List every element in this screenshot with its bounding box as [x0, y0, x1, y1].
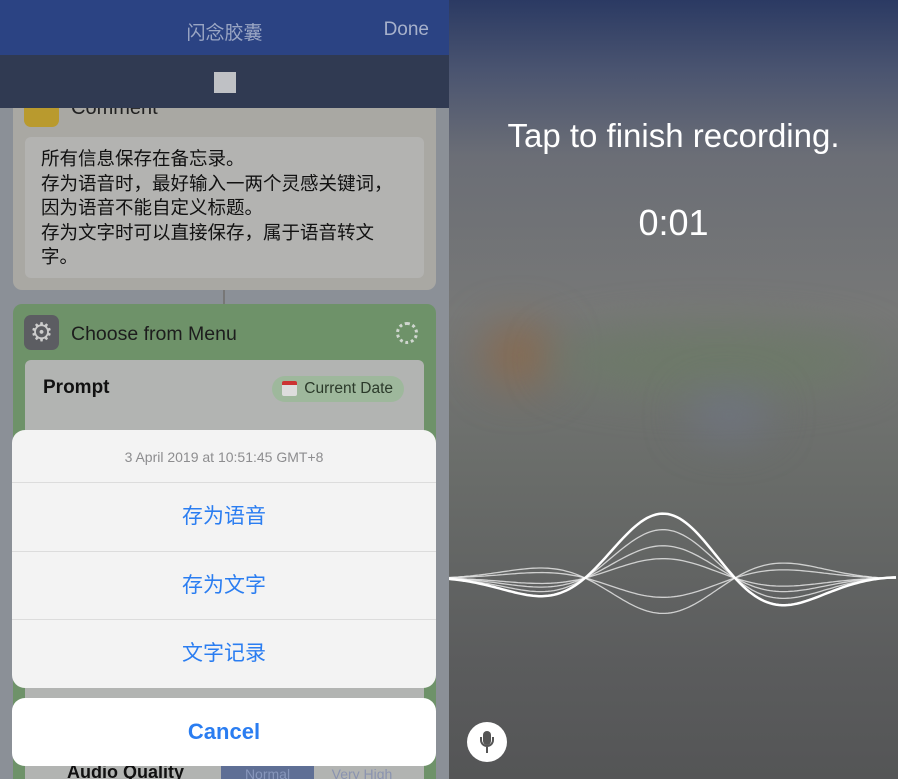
action-sheet: 3 April 2019 at 10:51:45 GMT+8 存为语音 存为文字… — [12, 430, 436, 688]
blurred-background — [484, 325, 554, 385]
dictation-overlay[interactable]: Tap to finish recording. 0:01 — [449, 0, 898, 779]
comment-action: Comment 所有信息保存在备忘录。 存为语音时，最好输入一两个灵感关键词，因… — [13, 85, 436, 290]
microphone-icon[interactable] — [467, 722, 507, 762]
calendar-icon — [282, 381, 298, 396]
shortcut-editor: 闪念胶囊 Done Comment 所有信息保存在备忘录。 存为语音时，最好输入… — [0, 0, 449, 779]
save-as-text-option[interactable]: 存为文字 — [12, 552, 436, 620]
waveform-line — [449, 545, 897, 593]
waveform-line — [449, 558, 896, 587]
audio-normal-option[interactable]: Normal — [221, 764, 314, 779]
audio-very-high-option[interactable]: Very High — [316, 764, 408, 779]
waveform-line — [449, 529, 897, 600]
cancel-button[interactable]: Cancel — [12, 698, 436, 766]
blurred-background — [689, 395, 769, 435]
prompt-label: Prompt — [43, 377, 110, 398]
loading-spinner-icon — [396, 322, 418, 344]
action-sheet-header: 3 April 2019 at 10:51:45 GMT+8 — [12, 430, 436, 483]
stop-icon[interactable] — [214, 72, 236, 93]
nav-title: 闪念胶囊 — [186, 23, 263, 44]
comment-text[interactable]: 所有信息保存在备忘录。 存为语音时，最好输入一两个灵感关键词，因为语音不能自定义… — [25, 137, 424, 278]
nav-bar: 闪念胶囊 Done — [0, 0, 449, 55]
menu-action-title: Choose from Menu — [71, 323, 237, 345]
blurred-background — [549, 330, 879, 390]
done-button[interactable]: Done — [384, 19, 429, 41]
connector-line — [223, 290, 225, 304]
text-record-option[interactable]: 文字记录 — [12, 620, 436, 688]
gear-icon: ⚙ — [24, 315, 59, 350]
save-as-voice-option[interactable]: 存为语音 — [12, 483, 436, 552]
current-date-variable[interactable]: Current Date — [272, 376, 404, 402]
audio-waveform — [449, 512, 897, 615]
current-date-label: Current Date — [304, 380, 393, 397]
comment-body: 所有信息保存在备忘录。 存为语音时，最好输入一两个灵感关键词，因为语音不能自定义… — [41, 148, 393, 267]
recording-timer: 0:01 — [638, 202, 709, 243]
recording-instruction: Tap to finish recording. — [507, 117, 840, 154]
